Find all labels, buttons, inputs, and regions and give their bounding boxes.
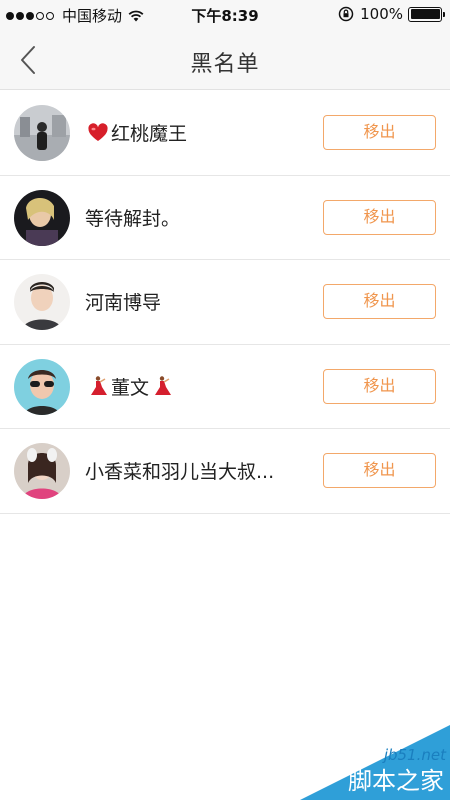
blocked-user-name: 董文 (85, 373, 175, 400)
remove-button[interactable]: 移出 (323, 284, 436, 319)
list-item: 等待解封。 移出 (0, 176, 450, 260)
watermark: jb51.net 脚本之家 (290, 720, 450, 800)
list-item: 河南博导 移出 (0, 260, 450, 345)
rotation-lock-icon (338, 6, 354, 22)
remove-button[interactable]: 移出 (323, 453, 436, 488)
status-right: 100% (338, 5, 445, 23)
avatar[interactable] (14, 189, 70, 246)
avatar[interactable] (14, 358, 70, 415)
avatar[interactable] (14, 274, 70, 330)
avatar[interactable] (14, 105, 70, 161)
status-bar: 中国移动 下午8:39 100% (0, 0, 450, 30)
page-title: 黑名单 (190, 52, 260, 77)
dancer-icon (91, 376, 107, 395)
blacklist-list: 红桃魔王 移出 等待解封。 移出 河南博导 移出 董文 移出 小香菜和羽儿当大叔… (0, 91, 450, 514)
list-item: 小香菜和羽儿当大叔... 移出 (0, 429, 450, 514)
avatar[interactable] (14, 443, 70, 499)
list-item: 董文 移出 (0, 345, 450, 429)
dancer-icon (155, 376, 172, 395)
list-item: 红桃魔王 移出 (0, 91, 450, 176)
nav-bar: 黑名单 (0, 30, 450, 90)
blocked-user-name: 等待解封。 (85, 207, 181, 230)
remove-button[interactable]: 移出 (323, 115, 436, 150)
blocked-user-name: 红桃魔王 (85, 119, 187, 146)
remove-button[interactable]: 移出 (323, 368, 436, 404)
battery-icon (408, 6, 445, 22)
watermark-text: 脚本之家 (348, 767, 444, 795)
remove-button[interactable]: 移出 (323, 199, 436, 235)
blocked-user-name: 小香菜和羽儿当大叔... (85, 461, 275, 483)
heart-icon (88, 122, 108, 141)
battery-percent: 100% (360, 5, 403, 23)
blocked-user-name: 河南博导 (85, 292, 162, 314)
